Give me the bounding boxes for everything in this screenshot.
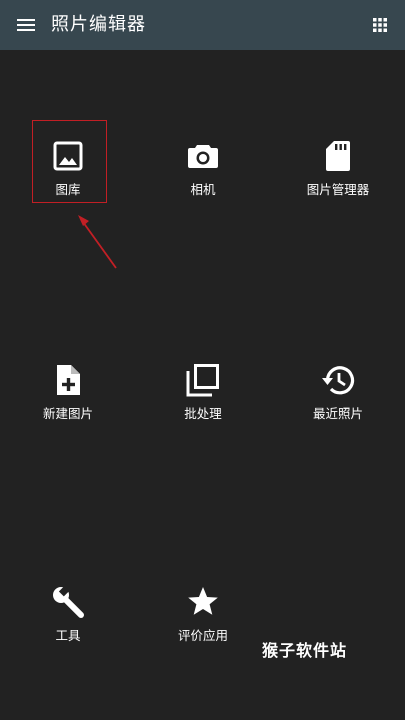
tile-rate-app-label: 评价应用 — [177, 628, 228, 643]
star-icon — [188, 587, 218, 615]
tile-image-manager-label: 图片管理器 — [306, 182, 370, 197]
tile-new-image[interactable]: 新建图片 — [13, 352, 123, 442]
red-arrow-annotation — [78, 215, 117, 269]
sd-card-icon — [326, 141, 350, 171]
tile-rate-app[interactable]: 评价应用 — [148, 574, 258, 664]
tile-camera-label: 相机 — [190, 182, 216, 197]
app-bar: 照片编辑器 — [0, 0, 405, 50]
new-file-icon — [57, 365, 80, 395]
tile-tools-label: 工具 — [55, 628, 81, 643]
tile-recent-photos[interactable]: 最近照片 — [283, 352, 393, 442]
tile-batch[interactable]: 批处理 — [148, 352, 258, 442]
gallery-highlight-box — [32, 120, 107, 203]
tile-recent-photos-label: 最近照片 — [312, 406, 363, 421]
tile-batch-label: 批处理 — [184, 406, 222, 421]
tile-new-image-label: 新建图片 — [42, 406, 93, 421]
camera-icon — [188, 145, 218, 168]
history-icon — [322, 366, 355, 395]
wrench-icon — [53, 584, 84, 618]
tile-image-manager[interactable]: 图片管理器 — [283, 128, 393, 218]
batch-copy-icon — [186, 364, 219, 397]
watermark: 猴子软件站 — [262, 641, 348, 660]
tile-camera[interactable]: 相机 — [148, 128, 258, 218]
app-title: 照片编辑器 — [51, 14, 146, 35]
app-grid-icon[interactable] — [368, 13, 392, 37]
hamburger-menu-icon[interactable] — [14, 13, 38, 37]
tile-tools[interactable]: 工具 — [13, 574, 123, 664]
